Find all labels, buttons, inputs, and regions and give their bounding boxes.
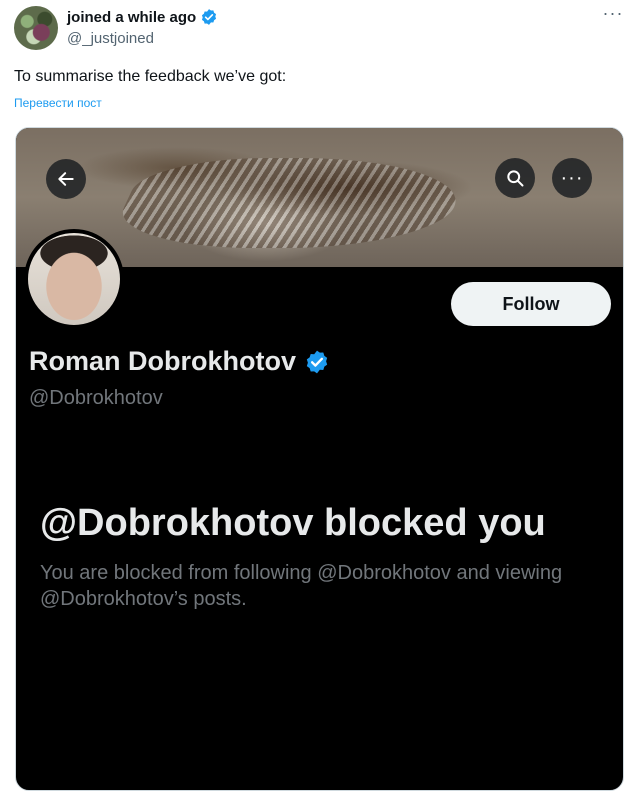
profile-avatar[interactable] (24, 229, 124, 329)
bird-wing-graphic (105, 158, 477, 248)
post-media-image[interactable]: ··· Follow Roman Dobrokhotov @Dobrokhoto… (15, 127, 624, 791)
author-handle[interactable]: @_justjoined (67, 30, 154, 47)
profile-handle: @Dobrokhotov (29, 387, 163, 409)
post-text: To summarise the feedback we’ve got: (14, 68, 287, 85)
verified-badge-icon (202, 9, 217, 25)
search-icon (507, 170, 524, 187)
profile-name: Roman Dobrokhotov (29, 346, 296, 376)
translate-post-link[interactable]: Перевести пост (14, 96, 102, 110)
author-name[interactable]: joined a while ago (67, 9, 196, 26)
back-arrow-icon (58, 172, 74, 186)
post-header: joined a while ago @_justjoined ··· (12, 4, 627, 54)
follow-button[interactable]: Follow (451, 282, 611, 326)
more-icon[interactable]: ··· (601, 4, 625, 26)
more-options-button[interactable]: ··· (552, 158, 592, 198)
author-avatar[interactable] (14, 6, 58, 50)
blocked-subtitle: You are blocked from following @Dobrokho… (40, 562, 563, 610)
blocked-title: @Dobrokhotov blocked you (40, 502, 546, 544)
author-name-row: joined a while ago (67, 8, 218, 26)
back-button[interactable] (46, 159, 86, 199)
verified-badge-icon (306, 350, 328, 373)
search-button[interactable] (495, 158, 535, 198)
profile-name-row: Roman Dobrokhotov (29, 346, 330, 377)
